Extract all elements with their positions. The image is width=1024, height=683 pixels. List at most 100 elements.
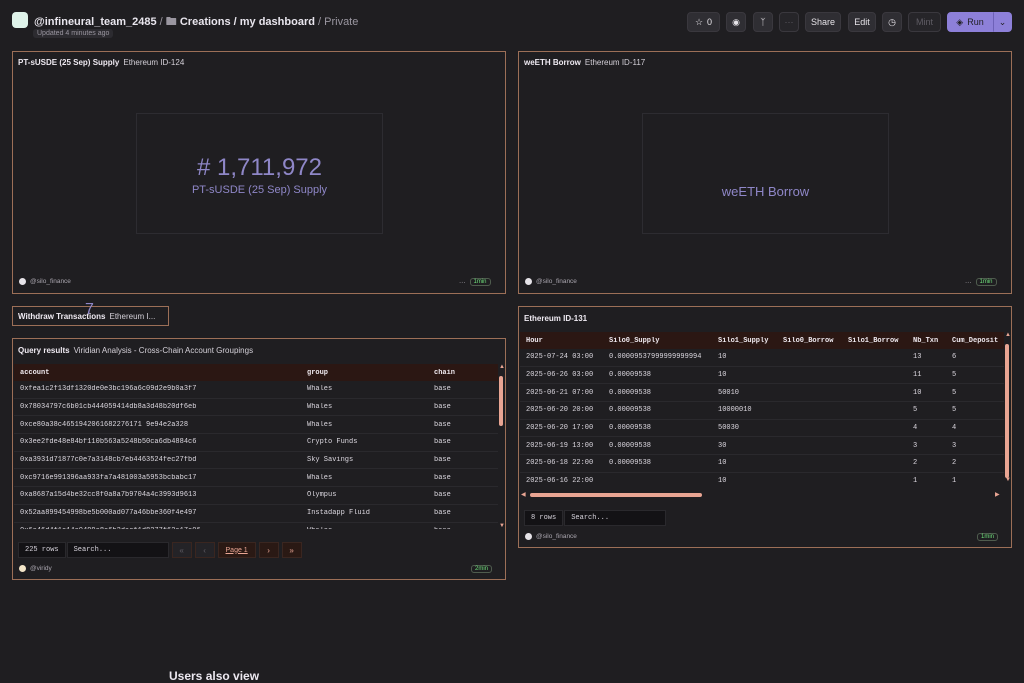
schedule-button[interactable]: ◷ [882,12,902,32]
avatar [19,278,26,285]
table-cell: 5 [952,388,957,397]
panel-more-icon[interactable]: ··· [965,279,972,286]
column-header[interactable]: Silo0_Borrow [777,337,842,345]
table-cell: 0x52aa899454998be5b000ad077a46bbe360f4e4… [20,509,197,518]
star-button[interactable]: ☆ 0 [687,12,720,32]
breadcrumb-folder[interactable]: Creations / my dashboard [180,16,315,28]
updated-timestamp: Updated 4 minutes ago [33,29,114,38]
edit-button[interactable]: Edit [848,12,876,32]
table-cell: base [434,385,451,394]
share-button[interactable]: Share [805,12,841,32]
panel-author[interactable]: @silo_finance [525,278,577,285]
fork-icon: ᛉ [760,17,766,27]
table-row[interactable]: 2025-06-21 07:00 0.00009538 50010 10 5 [520,384,1004,403]
run-dropdown-button[interactable]: ⌄ [993,12,1012,32]
current-page[interactable]: Page 1 [217,542,256,558]
scroll-up-icon[interactable]: ▲ [1005,332,1011,338]
horizontal-scrollbar[interactable] [530,493,702,497]
prev-page-button[interactable]: ‹ [194,542,215,558]
table-search-input[interactable]: Search... [66,542,169,558]
table-cell: 0.00009538 [609,388,652,397]
table-cell: 2 [913,459,918,468]
run-label: Run [967,17,984,27]
panel-author[interactable]: @silo_finance [525,533,577,540]
avatar [525,533,532,540]
table-row[interactable]: 2025-06-18 22:00 0.00009538 10 2 2 [520,455,1004,473]
table-cell: 1 [952,477,957,486]
table-cell: 0x3ee2fde48e84bf110b563a5248b50ca6db4884… [20,438,197,447]
table-row[interactable]: 0xa8687a15d4be32cc8f0a8a7b9704a4c3993d96… [14,487,498,505]
panel-author[interactable]: @silo_finance [19,278,71,285]
column-header[interactable]: Nb_Txn [907,337,946,345]
withdraw-panel[interactable]: Withdraw Transactions Ethereum I... 7 [12,301,169,326]
table-row[interactable]: 0xa3931d71877c0e7a3148cb7eb4463524fec27f… [14,452,498,470]
scroll-down-icon[interactable]: ▼ [499,523,505,529]
panel-title-text: weETH Borrow [524,58,581,67]
last-page-button[interactable]: » [281,542,302,558]
table-row[interactable]: 0xce80a38c4651942061682276171 9e94e2a328… [14,416,498,435]
query-table: account group chain 0xfea1c2f13df1320de0… [14,364,498,529]
table-cell: base [434,456,451,465]
column-header[interactable]: Cum_Deposit [946,337,1004,345]
table-cell: 2025-06-21 07:00 [526,388,594,397]
table-search-input[interactable]: Search... [564,510,667,526]
table-cell: 0xce80a38c4651942061682276171 9e94e2a328 [20,420,189,429]
fork-button[interactable]: ᛉ [753,12,773,32]
column-header[interactable]: Silo1_Borrow [842,337,907,345]
next-page-button[interactable]: › [258,542,279,558]
table-row[interactable]: 2025-06-19 13:00 0.00009538 30 3 3 [520,437,1004,456]
scroll-left-icon[interactable]: ◀ [521,491,526,498]
table-row[interactable]: 2025-07-24 03:00 0.00009537999999999994 10… [520,349,1004,367]
table-header: account group chain [14,364,498,381]
table-body: 0xfea1c2f13df1320de0e3bc196a6c09d2e9b0a3… [14,381,498,529]
panel-more-icon[interactable]: ··· [459,279,466,286]
column-header[interactable]: Silo1_Supply [712,337,777,345]
scroll-down-icon[interactable]: ▼ [1005,477,1011,483]
scroll-right-icon[interactable]: ▶ [995,491,1000,498]
table-cell: 2025-06-18 22:00 [526,459,594,468]
column-header[interactable]: Silo0_Supply [603,337,712,345]
panel-subtitle: Ethereum I... [109,312,156,321]
table-cell: 0xa3931d71877c0e7a3148cb7eb4463524fec27f… [20,456,197,465]
panel-author[interactable]: @viridy [19,565,52,572]
refresh-time-badge: 1min [975,278,997,286]
table-row[interactable]: 0xc9716e991396aa933fa7a481003a5953bcbabc… [14,469,498,488]
table-row[interactable]: 0x52aa899454998be5b000ad077a46bbe360f4e4… [14,505,498,523]
table-row[interactable]: 2025-06-20 20:00 0.00009538 10000010 5 5 [520,402,1004,420]
table-row[interactable]: 2025-06-16 22:00 10 1 1 [520,473,1004,490]
table-row[interactable]: 0xfea1c2f13df1320de0e3bc196a6c09d2e9b0a3… [14,381,498,399]
scroll-up-icon[interactable]: ▲ [499,364,505,370]
more-button[interactable]: ··· [779,12,799,32]
mint-button[interactable]: Mint [908,12,941,32]
overlay-digit: 7 [85,301,94,318]
column-header[interactable]: Hour [520,337,603,345]
column-header[interactable]: account [14,369,301,377]
breadcrumb-separator: / [156,16,166,28]
table-cell: 2025-07-24 03:00 [526,353,594,362]
column-header[interactable]: group [301,369,428,377]
table-body: 2025-07-24 03:00 0.00009537999999999994 10… [520,349,1004,490]
table-row[interactable]: 0x3ee2fde48e84bf110b563a5248b50ca6db4884… [14,434,498,452]
vertical-scrollbar[interactable] [1005,344,1009,478]
panel-title: weETH Borrow Ethereum ID-117 [524,58,645,67]
panel-subtitle: Viridian Analysis - Cross-Chain Account … [73,346,254,355]
visibility-label: Private [324,16,359,28]
breadcrumb-owner[interactable]: @infineural_team_2485 [34,16,157,28]
table-cell: 4 [952,424,957,433]
app-logo[interactable] [12,12,28,28]
table-row[interactable]: 2025-06-20 17:00 0.00009538 50030 4 4 [520,420,1004,438]
table-cell: base [434,491,451,500]
first-page-button[interactable]: « [171,542,192,558]
table-row[interactable]: 0x78034797c6b01cb444059414db8a3d48b20df6… [14,399,498,417]
table-row[interactable]: 2025-06-26 03:00 0.00009538 10 11 5 [520,367,1004,385]
github-button[interactable]: ◉ [726,12,746,32]
counter-box: # 1,711,972 PT-sUSDE (25 Sep) Supply [136,113,383,234]
table-row[interactable]: 0x6c46d4f1e14e0499e8e6b2daef1d8277f62a17… [14,523,498,529]
table-cell: 0.00009538 [609,406,652,415]
panel-status: ··· 1min [459,278,491,286]
table-cell: base [434,438,451,447]
column-header[interactable]: chain [428,369,498,377]
run-button[interactable]: ◈ Run [947,12,993,32]
table-cell: base [434,473,451,482]
vertical-scrollbar[interactable] [499,376,503,426]
